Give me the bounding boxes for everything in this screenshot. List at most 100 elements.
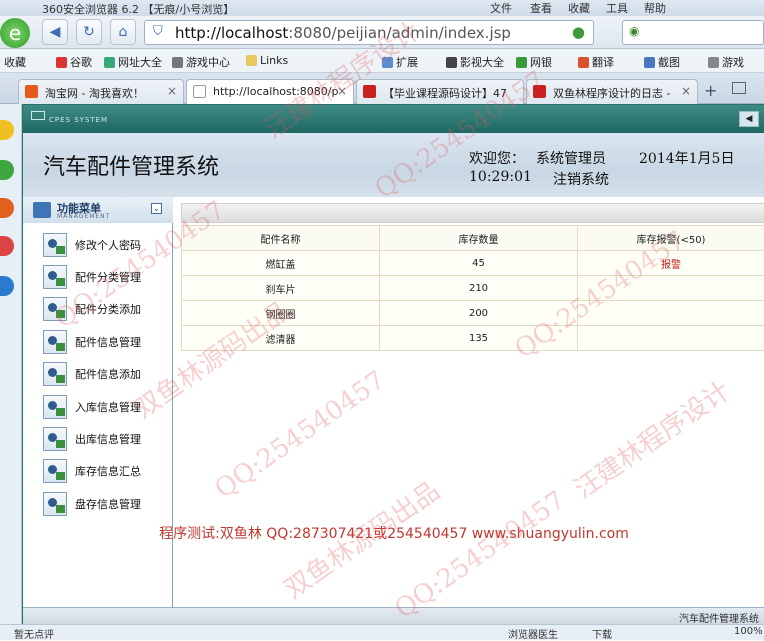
cell-alarm	[578, 301, 764, 326]
collapse-icon[interactable]: ◀	[739, 111, 759, 127]
favorites-bar: 收藏 谷歌 网址大全 游戏中心 Links 扩展 影视大全 网银 翻译 截图 游…	[0, 49, 764, 73]
fav-favorites[interactable]: 收藏	[4, 54, 26, 70]
sidebar-item-part-add[interactable]: 配件信息添加	[43, 361, 141, 387]
sidebar-item-label: 修改个人密码	[75, 237, 141, 253]
fav-links[interactable]: Links	[246, 54, 288, 67]
header-stock-qty: 库存数量	[380, 226, 578, 251]
fav-google[interactable]: 谷歌	[56, 54, 92, 70]
translate-icon	[578, 57, 589, 68]
browser-title: 360安全浏览器 6.2 【无痕/小号浏览】	[42, 1, 234, 17]
browser-logo-icon: e	[0, 18, 30, 48]
chevron-down-icon[interactable]: ⌄	[151, 203, 162, 214]
new-tab-icon[interactable]: +	[704, 81, 717, 100]
taobao-icon	[25, 85, 38, 98]
menu-help[interactable]: 帮助	[644, 0, 666, 16]
cell-stock-qty: 45	[380, 251, 578, 276]
tab-label: http://localhost:8080/p	[213, 85, 338, 98]
fav-games-center[interactable]: 游戏中心	[172, 54, 230, 70]
browser-titlebar: 360安全浏览器 6.2 【无痕/小号浏览】 文件 查看 收藏 工具 帮助	[0, 0, 764, 16]
fav-label: 截图	[658, 54, 680, 70]
back-button[interactable]: ◀	[42, 19, 68, 45]
function-menu: 功能菜单 MANAGEMENT ⌄ 修改个人密码 配件分类管理 配件分类添加 配…	[23, 197, 173, 607]
site-icon	[363, 85, 376, 98]
scissors-icon	[644, 57, 655, 68]
tab-blog[interactable]: 双鱼林程序设计的日志 -×	[526, 79, 698, 104]
app-header: 汽车配件管理系统 欢迎您： 系统管理员 2014年1月5日 10:29:01 注…	[23, 133, 764, 197]
welcome-label: 欢迎您：	[469, 148, 525, 168]
sidebar-item-label: 配件信息添加	[75, 366, 141, 382]
sidebar-item-change-password[interactable]: 修改个人密码	[43, 232, 141, 258]
user-icon	[43, 330, 67, 354]
fav-label: 游戏	[722, 54, 744, 70]
gamepad-icon	[708, 57, 719, 68]
tab-localhost[interactable]: http://localhost:8080/p×	[186, 79, 354, 104]
cell-part-name: 刹车片	[182, 276, 380, 301]
fav-label: 扩展	[396, 54, 418, 70]
logout-link[interactable]: 注销系统	[553, 169, 609, 189]
tab-label: 【毕业课程源码设计】47	[383, 87, 507, 100]
fav-bank[interactable]: 网银	[516, 54, 552, 70]
menu-subtitle: MANAGEMENT	[57, 213, 110, 220]
sidebar-item-part-manage[interactable]: 配件信息管理	[43, 329, 141, 355]
menu-tools[interactable]: 工具	[606, 0, 628, 16]
refresh-button[interactable]: ↻	[76, 19, 102, 45]
fav-label: 谷歌	[70, 54, 92, 70]
app-icon[interactable]	[0, 276, 14, 296]
app-icon[interactable]	[0, 236, 14, 256]
star-icon[interactable]	[0, 120, 14, 140]
table-row: 燃缸盖 45 报警	[182, 251, 764, 276]
tab-bysj[interactable]: 【毕业课程源码设计】47	[356, 79, 524, 104]
fav-games[interactable]: 游戏	[708, 54, 744, 70]
fav-extensions[interactable]: 扩展	[382, 54, 418, 70]
user-icon	[43, 233, 67, 257]
user-icon	[43, 492, 67, 516]
sidebar-item-outbound-manage[interactable]: 出库信息管理	[43, 426, 141, 452]
sidebar-item-label: 入库信息管理	[75, 399, 141, 415]
menu-favorites[interactable]: 收藏	[568, 0, 590, 16]
browser-statusbar: 暂无点评 浏览器医生 下载 100%	[0, 624, 764, 640]
close-icon[interactable]: ×	[167, 84, 177, 98]
fav-label: 影视大全	[460, 54, 504, 70]
brand-icon	[31, 111, 45, 120]
sidebar-item-category-add[interactable]: 配件分类添加	[43, 296, 141, 322]
google-icon	[56, 57, 67, 68]
search-box[interactable]: ◉	[622, 20, 764, 45]
fav-video[interactable]: 影视大全	[446, 54, 504, 70]
stock-table: 配件名称 库存数量 库存报警(<50) 燃缸盖 45 报警 刹车片 210 钢圈…	[181, 225, 764, 351]
fav-screenshot[interactable]: 截图	[644, 54, 680, 70]
sidebar-item-inbound-manage[interactable]: 入库信息管理	[43, 394, 141, 420]
url-host: http://localhost	[175, 24, 288, 42]
menu-view[interactable]: 查看	[530, 0, 552, 16]
home-button[interactable]: ⌂	[110, 19, 136, 45]
fav-label: 翻译	[592, 54, 614, 70]
cell-part-name: 滤清器	[182, 326, 380, 351]
download-button[interactable]: 下载	[592, 626, 612, 641]
user-icon	[43, 459, 67, 483]
weibo-icon[interactable]	[0, 198, 14, 218]
sidebar-item-label: 库存信息汇总	[75, 463, 141, 479]
close-icon[interactable]: ×	[681, 84, 691, 98]
close-icon[interactable]: ×	[337, 84, 347, 98]
current-time: 10:29:01	[469, 169, 532, 185]
cell-alarm	[578, 326, 764, 351]
bank-icon	[516, 57, 527, 68]
zoom-level[interactable]: 100%	[734, 626, 763, 637]
fav-sites[interactable]: 网址大全	[104, 54, 162, 70]
address-bar[interactable]: ⛉ http://localhost:8080/peijian/admin/in…	[144, 20, 594, 45]
sidebar-item-inventory-manage[interactable]: 盘存信息管理	[43, 491, 141, 517]
sidebar-item-stock-summary[interactable]: 库存信息汇总	[43, 458, 141, 484]
sidebar-item-label: 盘存信息管理	[75, 496, 141, 512]
cell-part-name: 燃缸盖	[182, 251, 380, 276]
tab-list-icon[interactable]	[732, 82, 746, 94]
url-path: :8080/peijian/admin/index.jsp	[288, 24, 511, 42]
site-icon	[533, 85, 546, 98]
sidebar-item-category-manage[interactable]: 配件分类管理	[43, 264, 141, 290]
fav-translate[interactable]: 翻译	[578, 54, 614, 70]
browser-doctor-button[interactable]: 浏览器医生	[508, 626, 558, 641]
menu-file[interactable]: 文件	[490, 0, 512, 16]
extension-icon	[382, 57, 393, 68]
tab-taobao[interactable]: 淘宝网 - 淘我喜欢！×	[18, 79, 184, 104]
chat-icon[interactable]	[0, 160, 14, 180]
status-text: 暂无点评	[14, 626, 54, 641]
browser-sidebar	[0, 104, 22, 624]
